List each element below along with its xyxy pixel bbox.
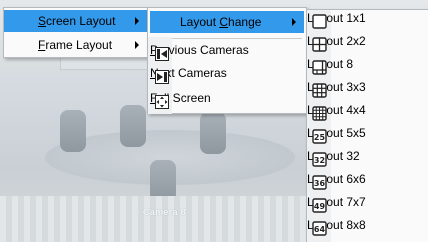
- submenu-arrow-icon: [135, 17, 139, 25]
- menu-item-layout-6x6[interactable]: 36 Layout 6x6: [307, 172, 428, 194]
- menu-item-layout-8x8[interactable]: 64 Layout 8x8: [307, 218, 428, 240]
- menu-item-layout-8[interactable]: Layout 8: [307, 57, 428, 79]
- next-cameras-icon: [155, 70, 169, 84]
- layout-6x6-icon: 36: [312, 175, 327, 190]
- layout-badge: 36: [314, 179, 326, 188]
- submenu-arrow-icon: [135, 41, 139, 49]
- menu-item-layout-5x5[interactable]: 25 Layout 5x5: [307, 126, 428, 148]
- layout-8x8-icon: 64: [312, 221, 327, 236]
- layout-badge: 49: [314, 202, 326, 211]
- menu-item-layout-1x1[interactable]: Layout 1x1: [307, 11, 428, 33]
- layout-change-submenu: Layout 1x1 Layout 2x2 Layout 8 Layout 3x…: [306, 9, 428, 242]
- screen-layout-submenu: Layout Change Previous Cameras Next Came…: [147, 7, 307, 114]
- layout-badge: 64: [314, 225, 326, 234]
- menu-item-layout-7x7[interactable]: 49 Layout 7x7: [307, 195, 428, 217]
- menu-item-frame-layout[interactable]: Frame Layout: [4, 34, 147, 56]
- menu-item-layout-change[interactable]: Layout Change: [150, 11, 304, 33]
- menu-item-layout-2x2[interactable]: Layout 2x2: [307, 34, 428, 56]
- full-screen-icon: [155, 95, 169, 109]
- layout-8-icon: [312, 60, 327, 75]
- submenu-arrow-icon: [292, 18, 296, 26]
- menu-item-full-screen[interactable]: Full Screen: [150, 91, 304, 113]
- layout-badge: 32: [314, 156, 325, 165]
- layout-7x7-icon: 49: [312, 198, 327, 213]
- camera-chair: [120, 105, 146, 147]
- menu-item-label: Frame Layout: [38, 38, 113, 52]
- menu-item-layout-4x4[interactable]: Layout 4x4: [307, 103, 428, 125]
- previous-cameras-icon: [155, 47, 169, 61]
- context-menu: Screen Layout Frame Layout: [3, 7, 148, 58]
- layout-4x4-icon: [312, 106, 327, 121]
- menu-item-next-cameras[interactable]: Next Cameras: [150, 66, 304, 88]
- menu-item-screen-layout[interactable]: Screen Layout: [4, 10, 147, 32]
- menu-item-label: Layout Change: [180, 15, 262, 29]
- menu-item-layout-3x3[interactable]: Layout 3x3: [307, 80, 428, 102]
- menu-item-label: Screen Layout: [38, 14, 116, 28]
- menu-separator: [152, 38, 302, 39]
- layout-1x1-icon: [312, 14, 327, 29]
- layout-32-icon: 32: [312, 152, 327, 167]
- layout-5x5-icon: 25: [312, 129, 327, 144]
- menu-item-layout-32[interactable]: 32 Layout 32: [307, 149, 428, 171]
- camera-label: Camera 8: [143, 207, 186, 217]
- camera-chair: [200, 112, 226, 154]
- layout-2x2-icon: [312, 37, 327, 52]
- camera-chair: [60, 110, 86, 152]
- layout-badge: 25: [314, 133, 326, 142]
- layout-3x3-icon: [312, 83, 327, 98]
- menu-item-previous-cameras[interactable]: Previous Cameras: [150, 43, 304, 65]
